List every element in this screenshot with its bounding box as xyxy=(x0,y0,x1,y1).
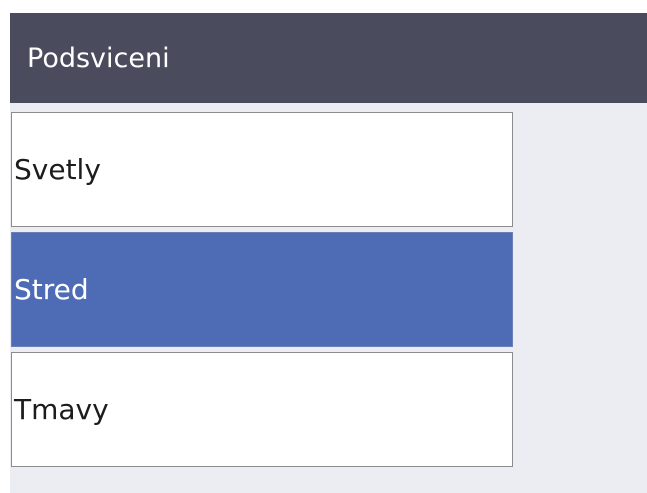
option-label: Svetly xyxy=(14,153,101,186)
option-label: Tmavy xyxy=(14,393,109,426)
option-stred[interactable]: Stred xyxy=(11,232,513,347)
page-title: Podsviceni xyxy=(27,42,170,74)
option-svetly[interactable]: Svetly xyxy=(11,112,513,227)
lcd-screen: Podsviceni Svetly Stred Tmavy xyxy=(10,13,647,493)
backlight-options-list: Svetly Stred Tmavy xyxy=(11,112,513,472)
option-tmavy[interactable]: Tmavy xyxy=(11,352,513,467)
screen-header: Podsviceni xyxy=(10,13,647,103)
option-label: Stred xyxy=(14,273,89,306)
